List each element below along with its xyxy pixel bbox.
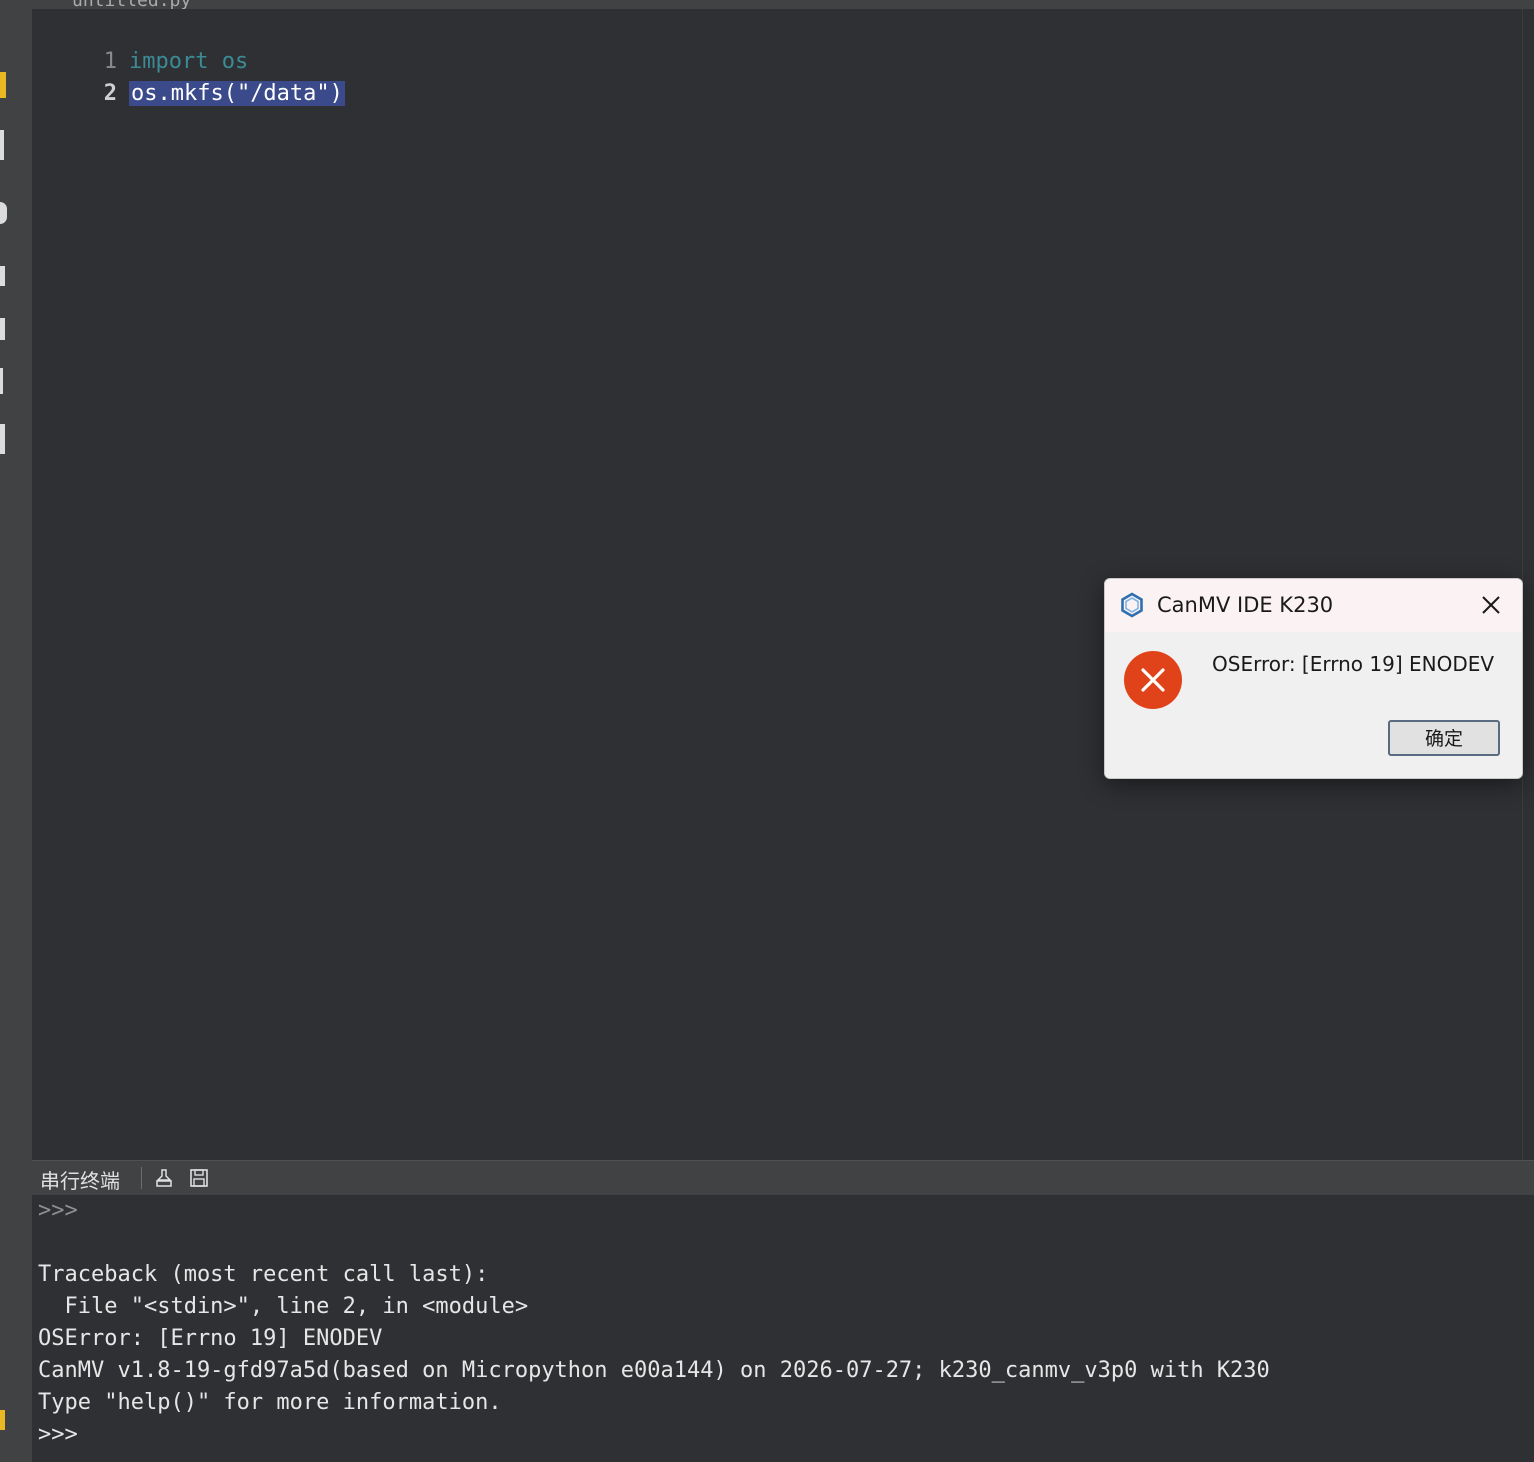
terminal-line: >>> (38, 1198, 78, 1223)
terminal-line: Type "help()" for more information. (38, 1390, 502, 1415)
toolbar-icon-3[interactable] (0, 266, 5, 286)
toolbar-icon-4[interactable] (0, 318, 5, 340)
close-icon[interactable] (1477, 591, 1505, 619)
terminal-line: >>> (38, 1422, 78, 1447)
tab-strip: untitled.py (32, 0, 1534, 11)
line-number-current: 2 (103, 81, 117, 106)
terminal-line: Traceback (most recent call last): (38, 1262, 489, 1287)
toolbar-icon-1[interactable] (0, 130, 4, 160)
toolbar-icon-6[interactable] (0, 424, 5, 454)
error-icon (1124, 651, 1182, 709)
editor-scrollbar[interactable] (1522, 9, 1534, 1160)
dialog-title: CanMV IDE K230 (1157, 593, 1334, 617)
code-line-2: 2 os.mkfs("/data") (32, 49, 345, 106)
terminal-title: 串行终端 (40, 1169, 120, 1193)
ok-button[interactable]: 确定 (1388, 720, 1500, 756)
terminal-header: 串行终端 (32, 1160, 1534, 1195)
run-icon[interactable] (0, 72, 6, 98)
toolbar-icon-2[interactable] (0, 202, 7, 224)
toolbar-icon-7[interactable] (0, 1410, 5, 1430)
terminal-line: File "<stdin>", line 2, in <module> (38, 1294, 529, 1319)
left-sidebar (0, 0, 32, 1462)
code-line-1: 1 import os (32, 17, 248, 74)
dialog-titlebar[interactable]: CanMV IDE K230 (1105, 579, 1522, 632)
clear-icon[interactable] (153, 1167, 175, 1189)
canmv-logo-icon (1119, 592, 1145, 618)
toolbar-icon-5[interactable] (0, 368, 3, 394)
error-message: OSError: [Errno 19] ENODEV (1212, 652, 1495, 676)
selected-code: os.mkfs("/data") (128, 81, 345, 106)
terminal-line: OSError: [Errno 19] ENODEV (38, 1326, 383, 1351)
dialog-body: OSError: [Errno 19] ENODEV 确定 (1105, 632, 1522, 778)
error-dialog: CanMV IDE K230 OSError: [Errno 19] ENODE… (1104, 578, 1523, 779)
serial-terminal[interactable]: >>> Traceback (most recent call last): F… (32, 1195, 1534, 1462)
terminal-line: CanMV v1.8-19-gfd97a5d(based on Micropyt… (38, 1358, 1270, 1383)
divider (141, 1167, 142, 1189)
save-icon[interactable] (188, 1167, 210, 1189)
